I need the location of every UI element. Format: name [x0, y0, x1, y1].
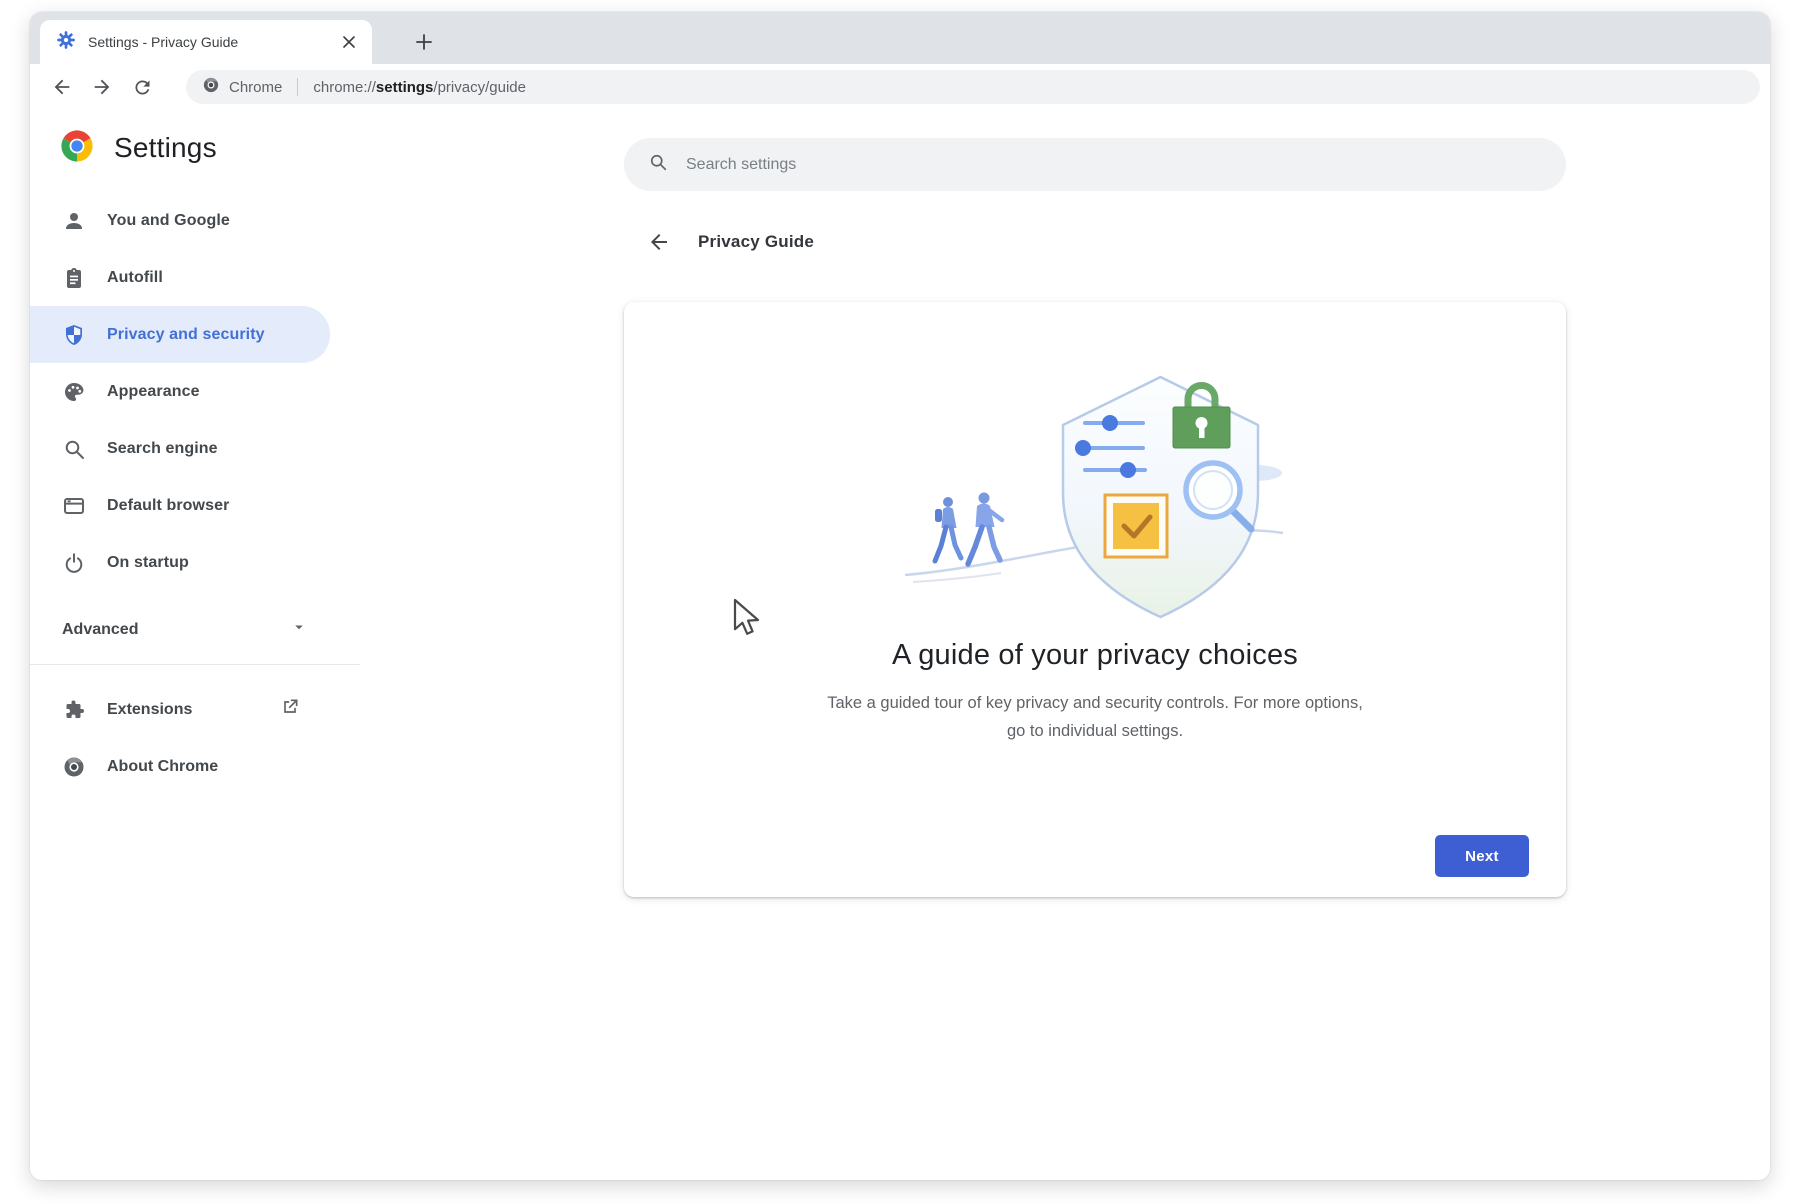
- checkbox-shape: [1105, 495, 1167, 557]
- settings-page: Settings You and Google: [30, 110, 1770, 1180]
- sidebar-item-label: Default browser: [107, 497, 229, 515]
- browser-window-icon: [62, 494, 86, 518]
- sidebar-item-label: Search engine: [107, 440, 218, 458]
- url-text: chrome://settings/privacy/guide: [313, 79, 526, 96]
- sidebar-item-you-and-google[interactable]: You and Google: [30, 192, 330, 249]
- page-title-row: Privacy Guide: [624, 227, 1566, 257]
- next-button[interactable]: Next: [1435, 835, 1529, 877]
- tab-title: Settings - Privacy Guide: [88, 34, 326, 50]
- privacy-guide-illustration: [624, 302, 1566, 623]
- people-shape: [935, 493, 1002, 565]
- clipboard-icon: [62, 266, 86, 290]
- settings-sidebar: Settings You and Google: [30, 110, 420, 1180]
- page-heading: Settings: [114, 132, 217, 164]
- shield-icon: [62, 323, 86, 347]
- reload-button[interactable]: [128, 73, 156, 101]
- address-bar[interactable]: Chrome chrome://settings/privacy/guide: [186, 70, 1760, 104]
- sidebar-item-privacy-and-security[interactable]: Privacy and security: [30, 306, 330, 363]
- sidebar-item-extensions[interactable]: Extensions: [30, 681, 330, 738]
- search-settings-input[interactable]: [686, 156, 1542, 174]
- settings-gear-favicon: [56, 30, 76, 55]
- sidebar-item-autofill[interactable]: Autofill: [30, 249, 330, 306]
- chrome-gray-logo-icon: [62, 755, 86, 779]
- new-tab-button[interactable]: [408, 26, 440, 58]
- search-icon: [62, 437, 86, 461]
- card-description: Take a guided tour of key privacy and se…: [823, 689, 1368, 745]
- browser-window: Settings - Privacy Guide: [30, 12, 1770, 1180]
- sidebar-nav: You and Google Autofill: [30, 192, 420, 591]
- sidebar-item-label: About Chrome: [107, 758, 330, 776]
- sidebar-item-label: Extensions: [107, 701, 259, 719]
- tab-strip: Settings - Privacy Guide: [30, 12, 1770, 64]
- tab-close-icon[interactable]: [338, 31, 360, 53]
- address-engine-label: Chrome: [229, 79, 282, 96]
- forward-button[interactable]: [88, 73, 116, 101]
- sidebar-item-default-browser[interactable]: Default browser: [30, 477, 330, 534]
- browser-tab[interactable]: Settings - Privacy Guide: [40, 20, 372, 64]
- address-separator: [297, 78, 298, 96]
- chevron-down-icon: [290, 618, 308, 641]
- chrome-logo-icon: [60, 129, 94, 168]
- settings-search-bar[interactable]: [624, 138, 1566, 191]
- back-button[interactable]: [48, 73, 76, 101]
- sidebar-item-label: Autofill: [107, 269, 163, 287]
- back-arrow-button[interactable]: [644, 227, 674, 257]
- sidebar-item-search-engine[interactable]: Search engine: [30, 420, 330, 477]
- sidebar-item-about-chrome[interactable]: About Chrome: [30, 738, 330, 795]
- external-link-icon: [280, 697, 300, 722]
- sidebar-divider: [30, 664, 360, 665]
- puzzle-icon: [62, 698, 86, 722]
- advanced-label: Advanced: [62, 621, 138, 639]
- search-icon: [648, 152, 668, 177]
- person-icon: [62, 209, 86, 233]
- sidebar-item-label: You and Google: [107, 212, 230, 230]
- page-title: Privacy Guide: [698, 232, 814, 252]
- settings-brand: Settings: [30, 128, 420, 168]
- sidebar-item-advanced[interactable]: Advanced: [30, 601, 330, 658]
- sidebar-item-label: Privacy and security: [107, 326, 265, 344]
- chrome-badge-icon: [202, 76, 220, 99]
- palette-icon: [62, 380, 86, 404]
- power-icon: [62, 551, 86, 575]
- card-title: A guide of your privacy choices: [624, 635, 1566, 675]
- sidebar-item-on-startup[interactable]: On startup: [30, 534, 330, 591]
- privacy-guide-card: A guide of your privacy choices Take a g…: [624, 302, 1566, 897]
- sliders-shape: [1075, 415, 1145, 478]
- sidebar-item-label: On startup: [107, 554, 189, 572]
- browser-toolbar: Chrome chrome://settings/privacy/guide: [30, 64, 1770, 110]
- settings-content: Privacy Guide: [420, 110, 1770, 1180]
- sidebar-item-appearance[interactable]: Appearance: [30, 363, 330, 420]
- sidebar-item-label: Appearance: [107, 383, 200, 401]
